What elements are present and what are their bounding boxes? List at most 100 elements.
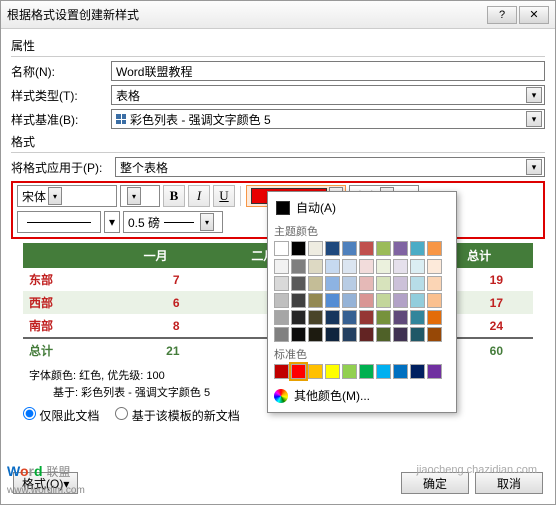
color-swatch[interactable] — [325, 327, 340, 342]
apply-to-combo[interactable]: 整个表格 ▾ — [115, 157, 545, 177]
color-swatch[interactable] — [274, 259, 289, 274]
color-swatch[interactable] — [274, 364, 289, 379]
color-swatch[interactable] — [308, 259, 323, 274]
theme-colors-label: 主题颜色 — [274, 223, 452, 239]
palette-icon — [274, 389, 288, 403]
table-icon — [116, 114, 126, 124]
color-swatch[interactable] — [308, 241, 323, 256]
color-swatch[interactable] — [342, 327, 357, 342]
color-swatch[interactable] — [325, 310, 340, 325]
help-button[interactable]: ? — [487, 6, 517, 24]
color-swatch[interactable] — [410, 259, 425, 274]
color-swatch[interactable] — [393, 259, 408, 274]
color-swatch[interactable] — [393, 293, 408, 308]
section-props: 属性 — [11, 37, 545, 57]
color-swatch[interactable] — [427, 327, 442, 342]
more-colors-item[interactable]: 其他颜色(M)... — [272, 383, 452, 408]
color-swatch[interactable] — [274, 310, 289, 325]
bold-button[interactable]: B — [163, 185, 185, 207]
color-swatch[interactable] — [342, 276, 357, 291]
color-swatch[interactable] — [342, 310, 357, 325]
color-swatch[interactable] — [274, 241, 289, 256]
chevron-down-icon: ▾ — [526, 111, 542, 127]
color-swatch[interactable] — [308, 364, 323, 379]
color-swatch[interactable] — [393, 241, 408, 256]
color-swatch[interactable] — [410, 293, 425, 308]
color-swatch[interactable] — [308, 310, 323, 325]
chevron-down-icon[interactable]: ▾ — [104, 211, 120, 233]
color-swatch[interactable] — [291, 241, 306, 256]
color-swatch[interactable] — [291, 364, 306, 379]
color-swatch[interactable] — [427, 276, 442, 291]
color-swatch[interactable] — [342, 241, 357, 256]
color-swatch[interactable] — [274, 293, 289, 308]
color-swatch[interactable] — [427, 259, 442, 274]
name-input[interactable] — [111, 61, 545, 81]
color-swatch[interactable] — [359, 327, 374, 342]
font-family-combo[interactable]: 宋体▾ — [17, 185, 117, 207]
color-swatch[interactable] — [427, 310, 442, 325]
radio-template[interactable]: 基于该模板的新文档 — [115, 407, 239, 424]
color-swatch[interactable] — [308, 276, 323, 291]
color-swatch[interactable] — [342, 293, 357, 308]
color-swatch[interactable] — [325, 364, 340, 379]
color-swatch[interactable] — [427, 364, 442, 379]
chevron-down-icon: ▾ — [48, 187, 62, 205]
label-style-type: 样式类型(T): — [11, 87, 111, 104]
font-size-combo[interactable]: ▾ — [120, 185, 160, 207]
color-swatch[interactable] — [308, 293, 323, 308]
color-swatch[interactable] — [291, 259, 306, 274]
color-swatch[interactable] — [376, 364, 391, 379]
border-style-combo[interactable] — [17, 211, 101, 233]
color-swatch[interactable] — [291, 310, 306, 325]
color-swatch[interactable] — [291, 293, 306, 308]
underline-button[interactable]: U — [213, 185, 235, 207]
color-swatch[interactable] — [291, 327, 306, 342]
color-swatch[interactable] — [376, 259, 391, 274]
italic-button[interactable]: I — [188, 185, 210, 207]
color-swatch[interactable] — [291, 276, 306, 291]
black-swatch-icon — [276, 201, 290, 215]
label-apply-to: 将格式应用于(P): — [11, 159, 115, 176]
color-swatch[interactable] — [376, 276, 391, 291]
color-swatch[interactable] — [359, 364, 374, 379]
label-style-base: 样式基准(B): — [11, 111, 111, 128]
close-button[interactable]: ✕ — [519, 6, 549, 24]
style-base-combo[interactable]: 彩色列表 - 强调文字颜色 5 ▾ — [111, 109, 545, 129]
color-swatch[interactable] — [376, 293, 391, 308]
color-swatch[interactable] — [376, 327, 391, 342]
color-swatch[interactable] — [410, 327, 425, 342]
color-swatch[interactable] — [393, 310, 408, 325]
color-swatch[interactable] — [274, 327, 289, 342]
color-swatch[interactable] — [427, 241, 442, 256]
color-swatch[interactable] — [359, 293, 374, 308]
color-swatch[interactable] — [393, 364, 408, 379]
color-swatch[interactable] — [410, 364, 425, 379]
color-swatch[interactable] — [325, 293, 340, 308]
color-swatch[interactable] — [393, 276, 408, 291]
color-swatch[interactable] — [359, 276, 374, 291]
color-swatch[interactable] — [393, 327, 408, 342]
color-swatch[interactable] — [359, 241, 374, 256]
color-swatch[interactable] — [427, 293, 442, 308]
border-weight-combo[interactable]: 0.5 磅 ▾ — [123, 211, 223, 233]
section-format: 格式 — [11, 133, 545, 153]
color-swatch[interactable] — [274, 276, 289, 291]
color-swatch[interactable] — [325, 259, 340, 274]
color-swatch[interactable] — [410, 310, 425, 325]
auto-color-item[interactable]: 自动(A) — [272, 196, 452, 219]
color-swatch[interactable] — [342, 259, 357, 274]
color-swatch[interactable] — [342, 364, 357, 379]
style-type-combo[interactable]: 表格 ▾ — [111, 85, 545, 105]
radio-this-doc[interactable]: 仅限此文档 — [23, 407, 99, 424]
color-swatch[interactable] — [376, 241, 391, 256]
color-swatch[interactable] — [376, 310, 391, 325]
color-swatch[interactable] — [359, 310, 374, 325]
watermark-wordlm: Word 联盟 www.wordlm.com — [7, 463, 85, 496]
color-swatch[interactable] — [325, 241, 340, 256]
color-swatch[interactable] — [410, 276, 425, 291]
color-swatch[interactable] — [308, 327, 323, 342]
color-swatch[interactable] — [325, 276, 340, 291]
color-swatch[interactable] — [410, 241, 425, 256]
color-swatch[interactable] — [359, 259, 374, 274]
